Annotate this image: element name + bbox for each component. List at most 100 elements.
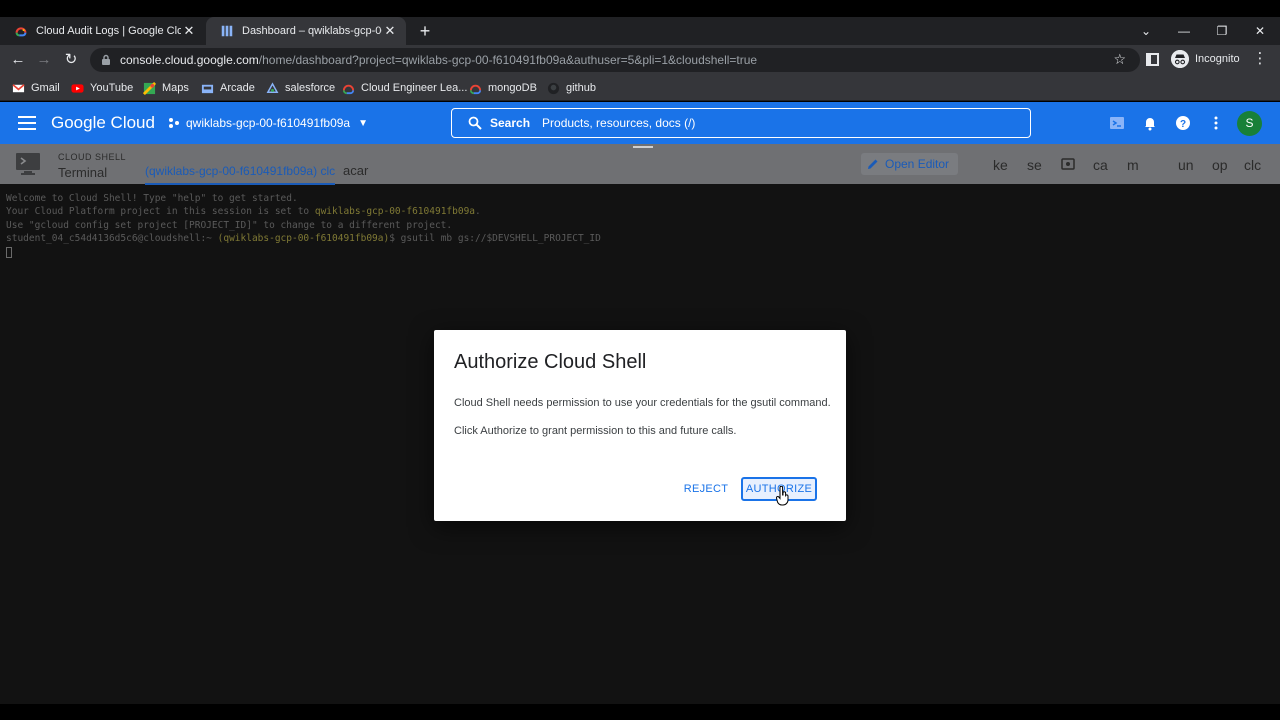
video-letterbox-top [0, 0, 1280, 17]
tab-close-icon[interactable]: ✕ [382, 23, 398, 39]
terminal-output[interactable]: Welcome to Cloud Shell! Type "help" to g… [6, 192, 601, 259]
hand-pointer-icon [776, 486, 789, 506]
navigation-menu-icon[interactable] [18, 116, 36, 130]
pencil-icon [868, 159, 878, 169]
reject-button[interactable]: REJECT [678, 478, 734, 500]
terminal-text: . [475, 206, 481, 218]
incognito-icon [1171, 50, 1189, 68]
forward-arrow-icon[interactable]: → [33, 49, 55, 71]
bookmark-gmail[interactable]: Gmail [12, 80, 60, 96]
more-options-icon[interactable] [1208, 115, 1224, 131]
tab-session-label: (qwiklabs-gcp-00-f610491fb09a) [145, 164, 318, 178]
tab-search-icon[interactable]: ⌄ [1127, 17, 1165, 45]
svg-text:?: ? [1180, 119, 1186, 130]
settings-tool[interactable]: se [1027, 157, 1042, 173]
tab-terminal-session[interactable]: (qwiklabs-gcp-00-f610491fb09a) clc [145, 164, 336, 185]
minimize-icon[interactable]: — [1165, 17, 1203, 45]
bookmark-youtube[interactable]: YouTube [71, 80, 133, 96]
dashboard-favicon-icon [221, 25, 233, 37]
video-letterbox-bottom [0, 704, 1280, 720]
incognito-label: Incognito [1195, 53, 1240, 65]
github-icon [547, 82, 560, 94]
tab-session-suffix: clc [320, 164, 336, 178]
terminal-prompt-project: (qwiklabs-gcp-00-f610491fb09a) [217, 233, 390, 245]
maps-icon [143, 81, 156, 95]
browser-tab-audit-logs[interactable]: Cloud Audit Logs | Google Cloud ✕ [0, 17, 205, 45]
bookmark-label: salesforce [285, 82, 336, 94]
bookmark-mongodb[interactable]: mongoDB [469, 80, 537, 96]
notifications-bell-icon[interactable] [1142, 115, 1158, 131]
tab-terminal-session-2[interactable]: acar [343, 163, 368, 178]
browser-tabstrip: Cloud Audit Logs | Google Cloud ✕ Dashbo… [0, 17, 1280, 45]
window-close-icon[interactable]: ✕ [1241, 17, 1279, 45]
dialog-title: Authorize Cloud Shell [454, 351, 647, 373]
close-shell-tool[interactable]: clc [1244, 157, 1261, 173]
dialog-message: Cloud Shell needs permission to use your… [454, 397, 831, 409]
tab-close-icon[interactable]: ✕ [181, 23, 197, 39]
cloud-shell-caption: CLOUD SHELL [58, 152, 127, 162]
terminal-line: Your Cloud Platform project in this sess… [6, 205, 601, 218]
resize-handle[interactable] [633, 146, 653, 148]
bookmark-arcade[interactable]: Arcade [201, 80, 255, 96]
web-preview-icon[interactable] [1061, 158, 1075, 170]
tab-title: Cloud Audit Logs | Google Cloud [36, 25, 181, 37]
google-cloud-logo[interactable]: Google Cloud [51, 113, 155, 133]
account-avatar[interactable]: S [1237, 111, 1262, 136]
search-input[interactable]: Search Products, resources, docs (/) [451, 108, 1031, 138]
new-tab-icon[interactable]: + [414, 20, 436, 42]
camera-tool[interactable]: ca [1093, 157, 1108, 173]
search-placeholder: Products, resources, docs (/) [542, 116, 696, 130]
terminal-line [6, 246, 601, 259]
tab-title: Dashboard – qwiklabs-gcp-00-f6 [242, 25, 382, 37]
address-bar[interactable]: console.cloud.google.com/home/dashboard?… [90, 48, 1140, 72]
chevron-down-icon: ▼ [358, 117, 369, 129]
back-arrow-icon[interactable]: ← [7, 49, 29, 71]
arcade-icon [201, 84, 214, 93]
bookmark-label: YouTube [90, 82, 134, 94]
browser-menu-icon[interactable]: ⋮ [1252, 49, 1268, 67]
more-tool[interactable]: m [1127, 157, 1139, 173]
google-cloud-favicon-icon [15, 27, 27, 37]
bookmark-label: github [566, 82, 596, 94]
url-host: console.cloud.google.com [120, 53, 259, 67]
open-editor-button[interactable]: Open Editor [861, 153, 958, 175]
terminal-cursor [6, 246, 12, 258]
terminal-title: Terminal [58, 165, 108, 180]
terminal-project: qwiklabs-gcp-00-f610491fb09a [314, 206, 476, 218]
project-picker[interactable]: qwiklabs-gcp-00-f610491fb09a ▼ [168, 116, 368, 130]
gcp-header: Google Cloud qwiklabs-gcp-00-f610491fb09… [0, 102, 1280, 144]
search-label: Search [490, 116, 531, 130]
browser-toolbar: ← → ↻ console.cloud.google.com/home/dash… [0, 45, 1280, 75]
google-cloud-icon [342, 84, 355, 94]
bookmark-cloud-engineer[interactable]: Cloud Engineer Lea... [342, 80, 467, 96]
salesforce-icon [266, 81, 279, 93]
open-editor-label: Open Editor [885, 157, 950, 171]
bookmark-label: Arcade [220, 82, 255, 94]
lock-icon [102, 54, 110, 65]
restore-icon[interactable]: ❐ [1203, 17, 1241, 45]
search-icon [468, 116, 482, 130]
cloud-shell-icon[interactable] [1109, 115, 1125, 131]
bookmark-github[interactable]: github [547, 80, 596, 96]
browser-tab-dashboard[interactable]: Dashboard – qwiklabs-gcp-00-f6 ✕ [206, 17, 406, 45]
youtube-icon [71, 83, 84, 93]
terminal-prompt-user: student_04_c54d4136d5c6@cloudshell:~ [6, 233, 218, 245]
side-panel-icon[interactable] [1146, 53, 1159, 66]
bookmark-salesforce[interactable]: salesforce [266, 80, 335, 96]
bookmark-label: Gmail [31, 82, 60, 94]
terminal-line: Welcome to Cloud Shell! Type "help" to g… [6, 193, 298, 204]
incognito-indicator[interactable]: Incognito [1171, 50, 1240, 68]
cloud-shell-toolbar: CLOUD SHELL Terminal (qwiklabs-gcp-00-f6… [0, 144, 1280, 185]
terminal-monitor-icon [16, 153, 40, 175]
terminal-command: $ gsutil mb gs://$DEVSHELL_PROJECT_ID [389, 233, 601, 245]
keyboard-tool[interactable]: ke [993, 157, 1008, 173]
bookmark-maps[interactable]: Maps [143, 80, 189, 96]
unminimize-tool[interactable]: un [1178, 157, 1194, 173]
open-new-window-tool[interactable]: op [1212, 157, 1228, 173]
bookmark-star-icon[interactable]: ☆ [1113, 51, 1126, 68]
reload-icon[interactable]: ↻ [60, 49, 82, 71]
help-icon[interactable]: ? [1175, 115, 1191, 131]
terminal-line: student_04_c54d4136d5c6@cloudshell:~ (qw… [6, 232, 601, 245]
bookmark-label: mongoDB [488, 82, 537, 94]
terminal-text: Your Cloud Platform project in this sess… [6, 206, 315, 218]
